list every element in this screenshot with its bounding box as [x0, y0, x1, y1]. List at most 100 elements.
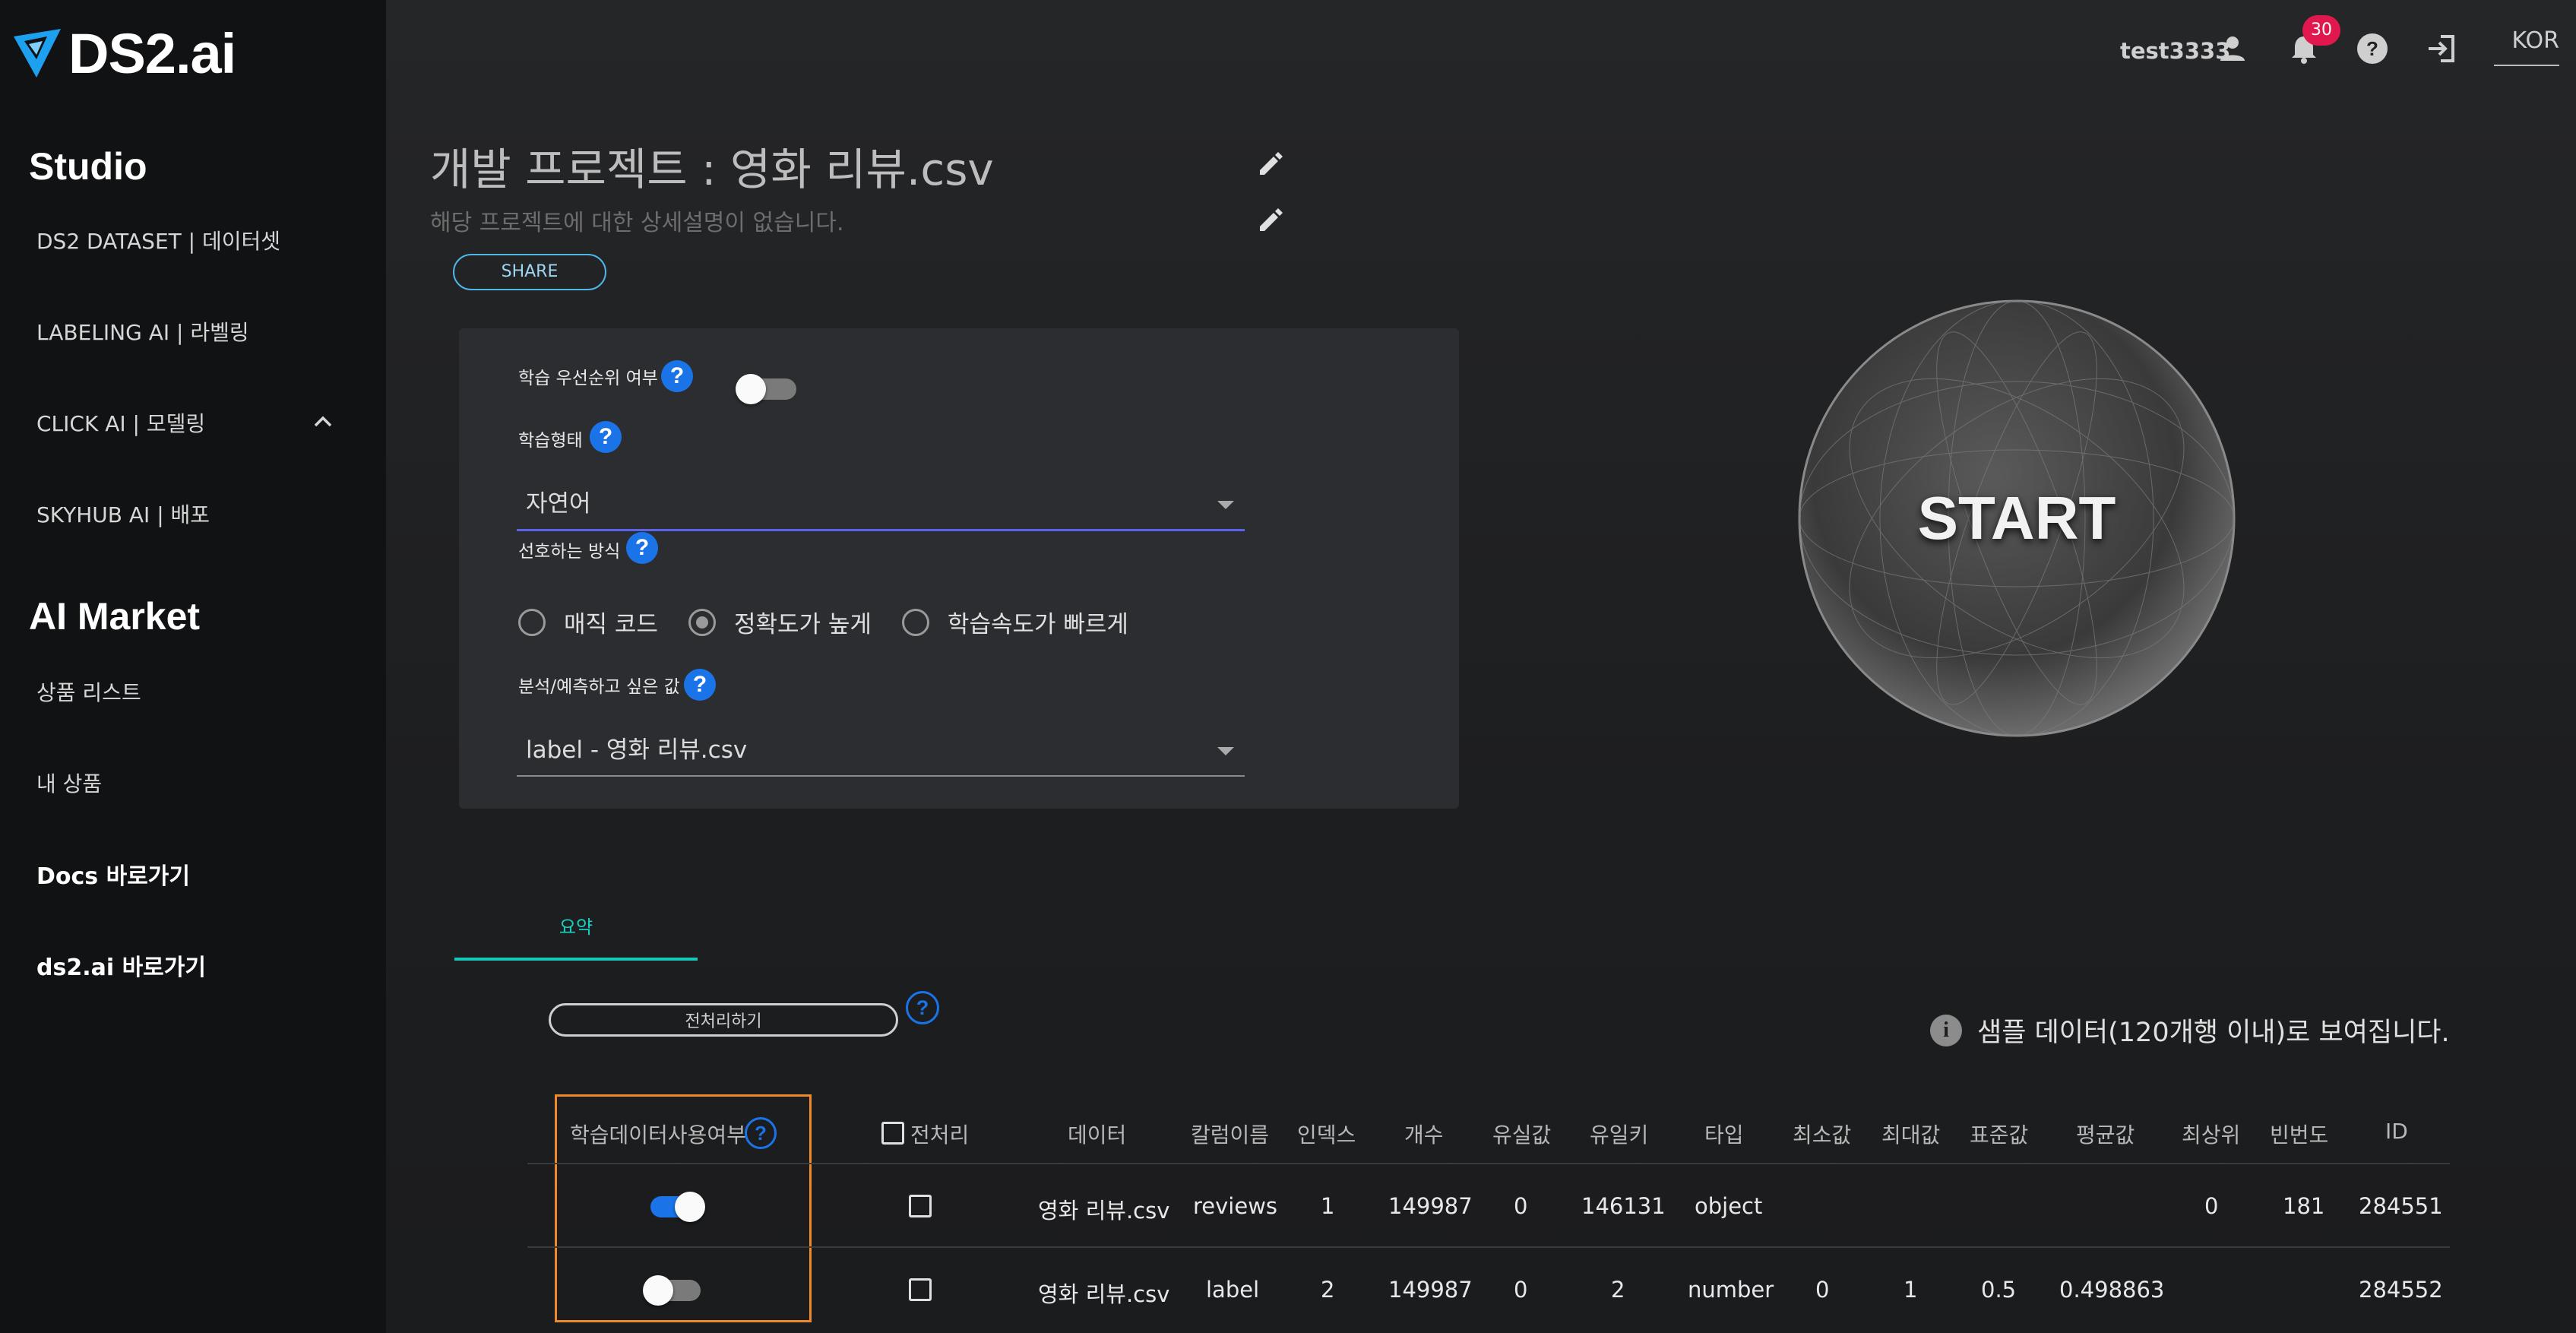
- cell-count: 149987: [1388, 1277, 1473, 1303]
- header-freq: 빈번도: [2270, 1122, 2329, 1148]
- preprocess-help-icon[interactable]: ?: [906, 991, 939, 1024]
- header-preprocess: 전처리: [910, 1122, 970, 1148]
- sidebar-item-product-list[interactable]: 상품 리스트: [36, 676, 141, 707]
- toggle-knob: [675, 1192, 705, 1222]
- cell-data: 영화 리뷰.csv: [1038, 1281, 1170, 1307]
- ds2-logo-icon: [14, 29, 61, 78]
- tab-summary-label: 요약: [559, 917, 593, 938]
- select-all-preprocess-checkbox[interactable]: [881, 1122, 904, 1145]
- info-icon: i: [1930, 1014, 1962, 1046]
- sample-data-note: i 샘플 데이터(120개행 이내)로 보여집니다.: [1930, 1011, 2450, 1050]
- priority-help-icon[interactable]: ?: [661, 360, 693, 392]
- cell-mean: 0.498863: [2059, 1277, 2165, 1303]
- target-value: label - 영화 리뷰.csv: [526, 736, 748, 764]
- header-max: 최대값: [1881, 1122, 1941, 1148]
- edit-title-icon[interactable]: [1254, 146, 1289, 181]
- radio-fast-training[interactable]: [901, 608, 929, 636]
- edit-description-icon[interactable]: [1254, 202, 1289, 237]
- training-type-label: 학습형태: [518, 431, 583, 451]
- cell-index: 2: [1321, 1277, 1335, 1303]
- start-label: START: [1917, 484, 2116, 552]
- cell-column: label: [1206, 1277, 1260, 1303]
- sidebar-link-ds2ai[interactable]: ds2.ai 바로가기: [36, 948, 206, 982]
- row-divider: [527, 1163, 2450, 1164]
- header-count: 개수: [1404, 1122, 1444, 1148]
- ds2-logo[interactable]: DS2.ai: [14, 21, 236, 85]
- cell-top: 0: [2204, 1193, 2219, 1219]
- cell-min: 0: [1815, 1277, 1830, 1303]
- preprocess-button[interactable]: 전처리하기: [549, 1003, 898, 1037]
- training-type-select[interactable]: 자연어: [517, 474, 1245, 531]
- header-min: 최소값: [1793, 1122, 1852, 1148]
- cell-max: 1: [1904, 1277, 1918, 1303]
- sidebar-item-click-ai[interactable]: CLICK AI | 모델링: [36, 407, 205, 438]
- cell-type: object: [1695, 1193, 1763, 1219]
- cell-type: number: [1688, 1277, 1774, 1303]
- target-label: 분석/예측하고 싶은 값: [518, 677, 680, 697]
- cell-missing: 0: [1514, 1193, 1528, 1219]
- toggle-knob: [736, 374, 766, 404]
- header-mean: 평균값: [2076, 1122, 2135, 1148]
- header-id: ID: [2385, 1119, 2408, 1144]
- cell-unique: 2: [1611, 1277, 1625, 1303]
- toggle-knob: [643, 1275, 673, 1306]
- studio-section-title: Studio: [29, 145, 147, 188]
- notification-badge: 30: [2302, 15, 2340, 46]
- radio-label-high-accuracy[interactable]: 정확도가 높게: [734, 605, 872, 639]
- header-index: 인덱스: [1297, 1122, 1356, 1148]
- preprocess-checkbox-row-1[interactable]: [909, 1195, 932, 1217]
- method-help-icon[interactable]: ?: [626, 532, 658, 564]
- radio-label-magic-code[interactable]: 매직 코드: [564, 605, 658, 639]
- svg-text:?: ?: [2366, 37, 2378, 60]
- use-toggle-row-1[interactable]: [650, 1192, 705, 1222]
- header-unique: 유일키: [1590, 1122, 1649, 1148]
- sidebar-item-labeling-ai[interactable]: LABELING AI | 라벨링: [36, 316, 249, 347]
- sample-data-text: 샘플 데이터(120개행 이내)로 보여집니다.: [1977, 1018, 2450, 1048]
- tab-summary[interactable]: 요약: [454, 894, 698, 961]
- start-button[interactable]: START: [1796, 298, 2237, 739]
- header-column: 칼럼이름: [1191, 1122, 1270, 1148]
- cell-column: reviews: [1193, 1193, 1278, 1219]
- share-button[interactable]: SHARE: [453, 254, 606, 290]
- chevron-up-icon[interactable]: [312, 410, 334, 433]
- sidebar-item-ds2-dataset[interactable]: DS2 DATASET | 데이터셋: [36, 225, 280, 255]
- row-divider: [527, 1246, 2450, 1248]
- target-help-icon[interactable]: ?: [684, 669, 716, 701]
- priority-toggle[interactable]: [736, 374, 796, 404]
- sidebar-item-my-products[interactable]: 내 상품: [36, 768, 102, 798]
- user-icon[interactable]: [2214, 30, 2251, 67]
- preprocess-checkbox-row-2[interactable]: [909, 1278, 932, 1301]
- cell-data: 영화 리뷰.csv: [1038, 1198, 1170, 1224]
- cell-freq: 181: [2283, 1193, 2325, 1219]
- help-icon[interactable]: ?: [2354, 30, 2391, 67]
- training-type-help-icon[interactable]: ?: [590, 421, 622, 453]
- header-data: 데이터: [1068, 1122, 1127, 1148]
- header-top: 최상위: [2182, 1122, 2241, 1148]
- use-help-icon[interactable]: ?: [745, 1117, 777, 1149]
- target-select[interactable]: label - 영화 리뷰.csv: [517, 720, 1245, 777]
- cell-std: 0.5: [1981, 1277, 2017, 1303]
- radio-magic-code[interactable]: [518, 608, 546, 636]
- cell-id: 284551: [2359, 1193, 2443, 1219]
- sidebar-link-docs[interactable]: Docs 바로가기: [36, 857, 190, 891]
- sidebar: DS2.ai Studio DS2 DATASET | 데이터셋 LABELIN…: [0, 0, 386, 1333]
- brand-name: DS2.ai: [68, 21, 236, 85]
- header-type: 타입: [1704, 1122, 1744, 1148]
- sidebar-item-skyhub-ai[interactable]: SKYHUB AI | 배포: [36, 499, 210, 529]
- method-label: 선호하는 방식: [518, 542, 621, 562]
- header-use: 학습데이터사용여부: [570, 1122, 746, 1148]
- logout-icon[interactable]: [2424, 30, 2460, 67]
- training-type-value: 자연어: [526, 490, 591, 518]
- dropdown-arrow-icon: [1217, 747, 1234, 755]
- cell-missing: 0: [1514, 1277, 1528, 1303]
- method-radio-group: 매직 코드 정확도가 높게 학습속도가 빠르게: [518, 605, 1159, 639]
- priority-label: 학습 우선순위 여부: [518, 369, 658, 388]
- use-toggle-row-2[interactable]: [643, 1275, 701, 1306]
- dropdown-arrow-icon: [1217, 501, 1234, 509]
- radio-label-fast-training[interactable]: 학습속도가 빠르게: [948, 605, 1128, 639]
- radio-high-accuracy[interactable]: [688, 608, 716, 636]
- cell-unique: 146131: [1581, 1193, 1666, 1219]
- ai-market-section-title: AI Market: [29, 595, 201, 638]
- language-selector[interactable]: KOR: [2494, 27, 2559, 66]
- project-title: 개발 프로젝트 : 영화 리뷰.csv: [430, 144, 994, 195]
